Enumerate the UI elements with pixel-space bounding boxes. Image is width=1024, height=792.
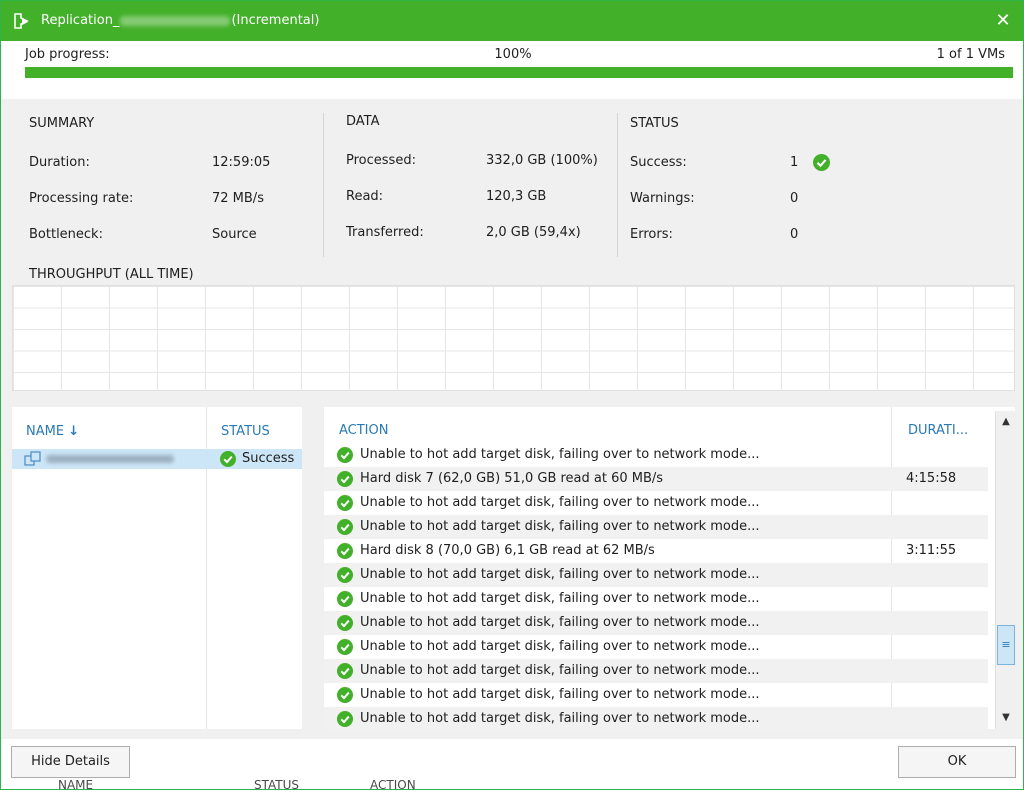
success-check-icon bbox=[337, 711, 353, 727]
read-value: 120,3 GB bbox=[486, 189, 547, 204]
stats-divider bbox=[323, 113, 324, 257]
action-text: Unable to hot add target disk, failing o… bbox=[360, 711, 760, 726]
action-text: Hard disk 7 (62,0 GB) 51,0 GB read at 60… bbox=[360, 471, 664, 486]
processing-rate-label: Processing rate: bbox=[29, 191, 134, 206]
summary-title: SUMMARY bbox=[29, 116, 95, 131]
replication-job-icon bbox=[14, 13, 29, 29]
action-row[interactable]: Unable to hot add target disk, failing o… bbox=[324, 635, 988, 659]
action-list[interactable]: ACTION DURATI... Unable to hot add targe… bbox=[324, 407, 1015, 731]
action-row[interactable]: Unable to hot add target disk, failing o… bbox=[324, 587, 988, 611]
action-duration: 3:11:55 bbox=[906, 543, 957, 558]
action-text: Unable to hot add target disk, failing o… bbox=[360, 495, 760, 510]
sort-arrow-icon: ↓ bbox=[68, 424, 80, 439]
action-text: Unable to hot add target disk, failing o… bbox=[360, 591, 760, 606]
success-check-icon bbox=[337, 495, 353, 511]
action-row[interactable]: Hard disk 7 (62,0 GB) 51,0 GB read at 60… bbox=[324, 467, 988, 491]
warnings-value: 0 bbox=[790, 191, 799, 206]
bottleneck-value: Source bbox=[212, 227, 257, 242]
window-title: Replication_ (Incremental) bbox=[41, 13, 320, 28]
ok-button[interactable]: OK bbox=[898, 746, 1016, 778]
action-text: Unable to hot add target disk, failing o… bbox=[360, 567, 760, 582]
success-check-icon bbox=[337, 567, 353, 583]
action-row[interactable]: Unable to hot add target disk, failing o… bbox=[324, 683, 988, 707]
errors-value: 0 bbox=[790, 227, 799, 242]
duration-column-header[interactable]: DURATI... bbox=[908, 423, 968, 438]
action-row[interactable]: Unable to hot add target disk, failing o… bbox=[324, 659, 988, 683]
action-rows: Unable to hot add target disk, failing o… bbox=[324, 443, 988, 731]
job-progress-fill bbox=[25, 67, 1013, 78]
action-list-scrollbar[interactable]: ▲ ≡ ▼ bbox=[995, 411, 1015, 729]
vm-status-cell: Success bbox=[208, 449, 302, 469]
action-column-header[interactable]: ACTION bbox=[339, 423, 388, 438]
job-progress-vm-count: 1 of 1 VMs bbox=[936, 47, 1005, 62]
title-bar[interactable]: Replication_ (Incremental) ✕ bbox=[1, 1, 1023, 41]
action-text: Unable to hot add target disk, failing o… bbox=[360, 639, 760, 654]
action-text: Unable to hot add target disk, failing o… bbox=[360, 663, 760, 678]
action-duration: 4:15:58 bbox=[906, 471, 957, 486]
processed-label: Processed: bbox=[346, 153, 416, 168]
vm-icon bbox=[24, 451, 41, 466]
success-check-icon bbox=[337, 615, 353, 631]
transferred-label: Transferred: bbox=[346, 225, 424, 240]
action-row[interactable]: Unable to hot add target disk, failing o… bbox=[324, 611, 988, 635]
vm-status-text: Success bbox=[242, 451, 295, 466]
action-text: Unable to hot add target disk, failing o… bbox=[360, 615, 760, 630]
duration-value: 12:59:05 bbox=[212, 155, 271, 170]
details-panel: SUMMARY Duration: 12:59:05 Processing ra… bbox=[1, 99, 1023, 739]
transferred-value: 2,0 GB (59,4x) bbox=[486, 225, 581, 240]
vm-name bbox=[46, 455, 174, 463]
success-check-icon bbox=[220, 451, 236, 467]
action-row[interactable]: Unable to hot add target disk, failing o… bbox=[324, 491, 988, 515]
processed-value: 332,0 GB (100%) bbox=[486, 153, 598, 168]
throughput-title: THROUGHPUT (ALL TIME) bbox=[29, 267, 194, 282]
name-column-header[interactable]: NAME ↓ bbox=[26, 424, 79, 439]
vm-list[interactable]: NAME ↓ STATUS Success bbox=[12, 407, 302, 729]
success-label: Success: bbox=[630, 155, 687, 170]
throughput-chart bbox=[12, 285, 1015, 391]
status-column-header[interactable]: STATUS bbox=[221, 424, 270, 439]
action-text: Unable to hot add target disk, failing o… bbox=[360, 447, 760, 462]
errors-label: Errors: bbox=[630, 227, 673, 242]
scroll-down-arrow-icon[interactable]: ▼ bbox=[998, 709, 1014, 727]
hide-details-button[interactable]: Hide Details bbox=[11, 746, 130, 778]
success-check-icon bbox=[337, 471, 353, 487]
vm-row-selected[interactable]: Success bbox=[12, 449, 302, 469]
action-text: Hard disk 8 (70,0 GB) 6,1 GB read at 62 … bbox=[360, 543, 655, 558]
success-value: 1 bbox=[790, 155, 799, 170]
action-row[interactable]: Hard disk 8 (70,0 GB) 6,1 GB read at 62 … bbox=[324, 539, 988, 563]
stats-section: SUMMARY Duration: 12:59:05 Processing ra… bbox=[1, 99, 1023, 264]
success-check-icon bbox=[337, 639, 353, 655]
stats-divider bbox=[617, 113, 618, 257]
success-check-icon bbox=[337, 591, 353, 607]
success-check-icon bbox=[337, 447, 353, 463]
read-label: Read: bbox=[346, 189, 384, 204]
job-details-window: Replication_ (Incremental) ✕ Job progress… bbox=[0, 0, 1024, 790]
scroll-up-arrow-icon[interactable]: ▲ bbox=[998, 413, 1014, 431]
success-check-icon bbox=[813, 154, 830, 171]
status-title: STATUS bbox=[630, 116, 679, 131]
action-row[interactable]: Unable to hot add target disk, failing o… bbox=[324, 707, 988, 731]
close-icon[interactable]: ✕ bbox=[993, 11, 1013, 31]
bottleneck-label: Bottleneck: bbox=[29, 227, 103, 242]
success-check-icon bbox=[337, 687, 353, 703]
data-title: DATA bbox=[346, 114, 380, 129]
success-check-icon bbox=[337, 663, 353, 679]
warnings-label: Warnings: bbox=[630, 191, 695, 206]
job-progress-section: Job progress: 100% 1 of 1 VMs bbox=[11, 41, 1015, 99]
duration-label: Duration: bbox=[29, 155, 90, 170]
scroll-thumb[interactable]: ≡ bbox=[997, 625, 1015, 665]
action-row[interactable]: Unable to hot add target disk, failing o… bbox=[324, 443, 988, 467]
processing-rate-value: 72 MB/s bbox=[212, 191, 264, 206]
action-row[interactable]: Unable to hot add target disk, failing o… bbox=[324, 515, 988, 539]
success-check-icon bbox=[337, 519, 353, 535]
success-check-icon bbox=[337, 543, 353, 559]
action-text: Unable to hot add target disk, failing o… bbox=[360, 519, 760, 534]
job-progress-percent: 100% bbox=[494, 47, 532, 62]
action-text: Unable to hot add target disk, failing o… bbox=[360, 687, 760, 702]
action-row[interactable]: Unable to hot add target disk, failing o… bbox=[324, 563, 988, 587]
job-progress-bar bbox=[25, 67, 1013, 78]
